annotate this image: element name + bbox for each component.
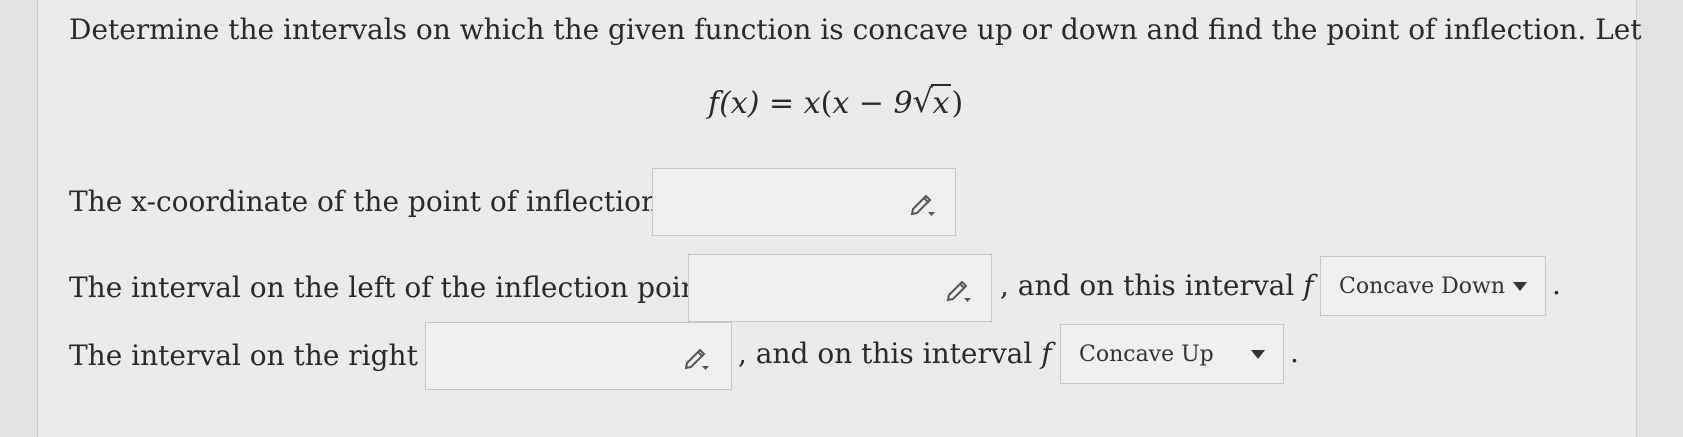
left-concavity-value: Concave Down xyxy=(1339,273,1506,299)
formula-x: x xyxy=(803,86,821,121)
question-prompt: Determine the intervals on which the giv… xyxy=(69,13,1642,46)
formula-radicand: x xyxy=(930,84,952,121)
left-concavity-select[interactable]: Concave Down xyxy=(1320,256,1546,316)
left-interval-input[interactable] xyxy=(688,254,992,322)
inflection-label: The x-coordinate of the point of inflect… xyxy=(69,185,692,218)
formula-lhs: f(x) xyxy=(708,86,760,121)
period: . xyxy=(1290,336,1299,369)
formula-sqrt: √ x xyxy=(912,82,952,121)
formula-open: ( xyxy=(820,86,833,121)
formula-equals: = xyxy=(768,86,795,121)
right-interval-label: The interval on the right is xyxy=(69,339,451,372)
right-concavity-value: Concave Up xyxy=(1079,341,1214,367)
period: . xyxy=(1552,268,1561,301)
left-suffix: , and on this interval f is xyxy=(1000,269,1346,302)
caret-down-icon xyxy=(1251,350,1265,359)
inflection-x-input[interactable] xyxy=(652,168,956,236)
pencil-dropdown-icon[interactable] xyxy=(943,275,973,305)
right-suffix: , and on this interval f is xyxy=(738,337,1084,370)
formula-close: ) xyxy=(951,86,964,121)
f-symbol: f xyxy=(1303,269,1314,302)
formula-inner: x − 9 xyxy=(832,86,913,121)
pencil-dropdown-icon[interactable] xyxy=(907,189,937,219)
left-interval-label: The interval on the left of the inflecti… xyxy=(69,271,743,304)
right-concavity-select[interactable]: Concave Up xyxy=(1060,324,1284,384)
function-formula: f(x) = x(x − 9 √ x) xyxy=(708,82,964,121)
f-symbol: f xyxy=(1041,337,1052,370)
caret-down-icon xyxy=(1513,282,1527,291)
pencil-dropdown-icon[interactable] xyxy=(681,343,711,373)
right-interval-input[interactable] xyxy=(425,322,732,390)
